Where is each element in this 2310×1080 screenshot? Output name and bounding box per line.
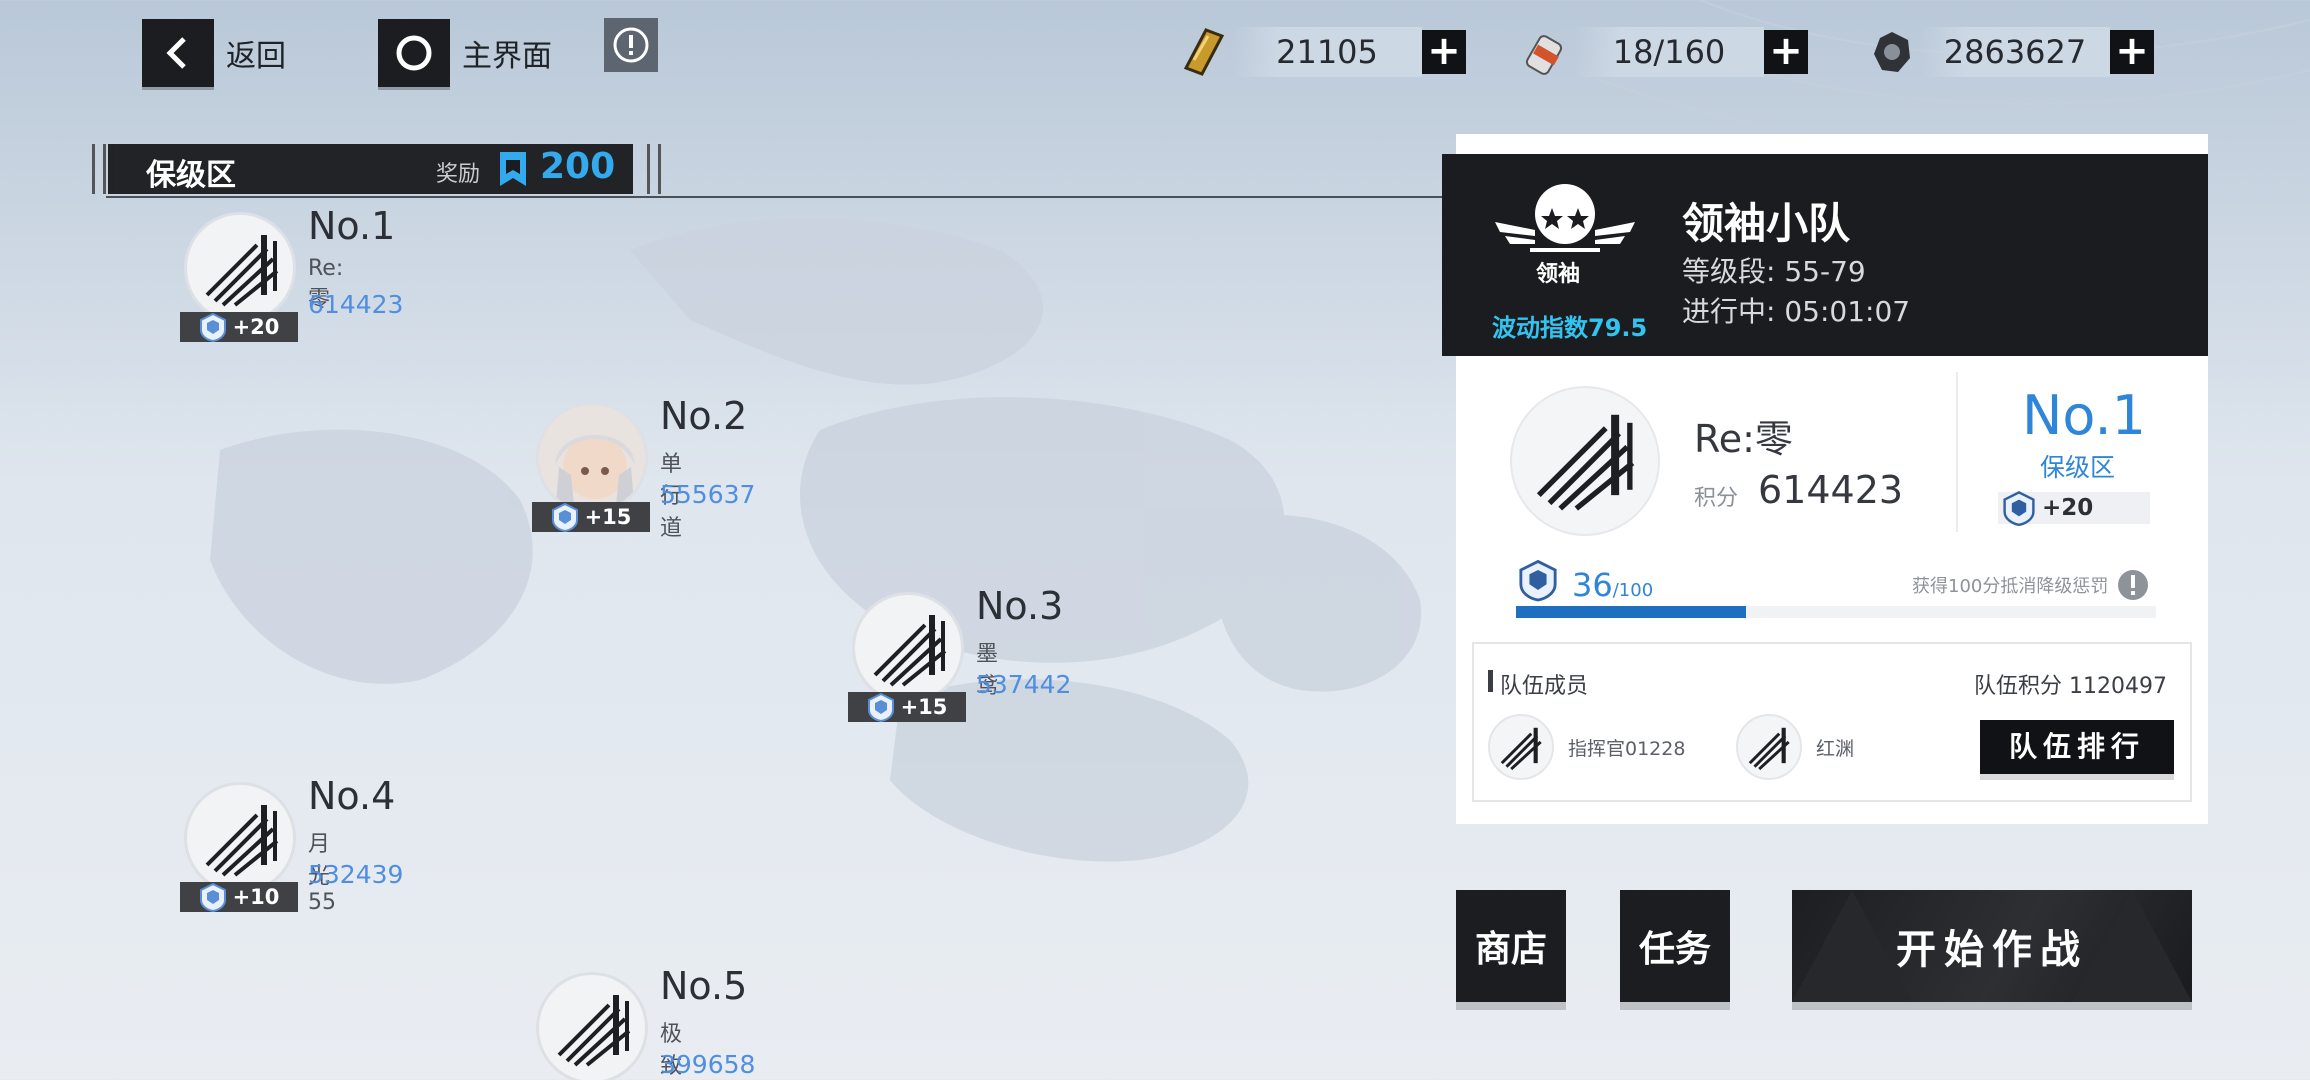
- bonus-badge: +15: [532, 502, 650, 532]
- score-label: 积分: [1694, 486, 1739, 511]
- rank-number: No.3: [976, 584, 1064, 628]
- shield-icon: [199, 312, 226, 342]
- zone-title: 保级区: [146, 158, 236, 193]
- player-score: 555637: [660, 480, 756, 509]
- tasks-button[interactable]: 任务: [1620, 890, 1730, 1002]
- team-ranking-button[interactable]: 队伍排行: [1980, 720, 2174, 774]
- emblem-label: 领袖: [1536, 262, 1581, 287]
- rank-number: No.2: [660, 394, 748, 438]
- shield-icon: [199, 882, 226, 912]
- start-battle-button[interactable]: 开始作战: [1792, 890, 2192, 1002]
- zone-reward-value: 200: [540, 146, 616, 187]
- member-name: 指挥官01228: [1568, 737, 1686, 760]
- rank-number: No.1: [308, 204, 396, 248]
- progress-fill: [1516, 606, 1747, 618]
- player-score: 532439: [308, 860, 404, 889]
- bonus-value: +20: [2042, 495, 2094, 521]
- info-button[interactable]: [604, 18, 658, 72]
- level-range: 等级段: 55-79: [1682, 255, 1866, 288]
- wing-emblem-avatar-icon: [1536, 414, 1635, 511]
- player-bonus-badge: +20: [1998, 491, 2150, 526]
- add-parts-button[interactable]: +: [2110, 30, 2154, 74]
- rank-number: No.5: [660, 964, 748, 1008]
- progress-max: /100: [1612, 580, 1654, 601]
- avatar: [1488, 714, 1554, 780]
- team-score: 队伍积分 1120497: [1974, 674, 2167, 699]
- wing-emblem-avatar-icon: [1748, 727, 1790, 771]
- wing-emblem-avatar-icon: [1500, 727, 1542, 771]
- progress-bar: [1516, 606, 2156, 618]
- shield-icon: [2003, 491, 2035, 526]
- back-label: 返回: [226, 39, 286, 74]
- player-zone: 保级区: [2040, 453, 2116, 482]
- bonus-value: +15: [900, 695, 948, 719]
- team-header: 领袖 波动指数79.5 领袖小队 等级段: 55-79 进行中: 05:01:0…: [1442, 154, 2208, 356]
- progress-shield-icon: [1518, 558, 1558, 606]
- energy-can-icon: [1525, 35, 1563, 75]
- bonus-badge: +15: [848, 692, 966, 722]
- zone-reward-label: 奖励: [436, 162, 481, 187]
- avatar: [184, 212, 296, 324]
- avatar: [536, 972, 648, 1080]
- reward-flag-icon: [500, 152, 526, 186]
- wave-index: 波动指数79.5: [1492, 314, 1648, 342]
- player-score: 614423: [308, 290, 404, 319]
- player-avatar: [1510, 386, 1660, 536]
- resource-gold: 21105 +: [1176, 22, 1466, 82]
- resource-parts-value: 2863627: [1920, 27, 2110, 77]
- bonus-value: +15: [584, 505, 632, 529]
- player-score: 537442: [976, 670, 1072, 699]
- progress-status: 进行中: 05:01:07: [1682, 295, 1911, 328]
- shield-icon: [551, 502, 578, 532]
- wing-emblem-avatar-icon: [557, 995, 631, 1067]
- member-item[interactable]: 指挥官01228: [1488, 714, 1685, 780]
- help-icon[interactable]: [2116, 568, 2150, 602]
- progress-note: 获得100分抵消降级惩罚: [1912, 576, 2109, 597]
- back-arrow-icon: [142, 19, 214, 87]
- add-energy-button[interactable]: +: [1764, 30, 1808, 74]
- team-members-box: 队伍成员 队伍积分 1120497 指挥官01228 红渊 队伍排行: [1472, 642, 2192, 802]
- bonus-badge: +10: [180, 882, 298, 912]
- resource-energy-value: 18/160: [1574, 27, 1764, 77]
- player-name: Re:零: [1694, 417, 1793, 461]
- player-score: 399658: [660, 1050, 756, 1079]
- avatar: [852, 592, 964, 704]
- resource-energy: 18/160 +: [1518, 22, 1808, 82]
- resource-gold-value: 21105: [1232, 27, 1422, 77]
- rank-number: No.4: [308, 774, 396, 818]
- home-button[interactable]: 主界面: [378, 18, 552, 88]
- gear-part-icon: [1874, 32, 1910, 72]
- zone-divider: [106, 196, 1446, 198]
- avatar: [536, 402, 648, 514]
- zone-header: 保级区 奖励 200: [92, 144, 661, 194]
- gold-bar-icon: [1183, 28, 1225, 76]
- bonus-value: +10: [232, 885, 280, 909]
- avatar: [184, 782, 296, 894]
- member-item[interactable]: 红渊: [1736, 714, 1854, 780]
- home-label: 主界面: [462, 39, 552, 74]
- progress-value: 36/100: [1572, 566, 1654, 604]
- home-circle-icon: [378, 19, 450, 87]
- resource-parts: 2863627 +: [1864, 22, 2154, 82]
- shop-button[interactable]: 商店: [1456, 890, 1566, 1002]
- bonus-badge: +20: [180, 312, 298, 342]
- avatar: [1736, 714, 1802, 780]
- member-name: 红渊: [1816, 737, 1855, 760]
- exclamation-icon: [613, 27, 649, 63]
- team-name: 领袖小队: [1682, 199, 1851, 248]
- player-rank: No.1: [2022, 384, 2147, 447]
- members-title: 队伍成员: [1500, 674, 1589, 699]
- player-score: 614423: [1758, 468, 1904, 512]
- back-button[interactable]: 返回: [142, 18, 286, 88]
- add-gold-button[interactable]: +: [1422, 30, 1466, 74]
- bonus-value: +20: [232, 315, 280, 339]
- start-battle-label: 开始作战: [1896, 927, 2088, 973]
- shield-icon: [867, 692, 894, 722]
